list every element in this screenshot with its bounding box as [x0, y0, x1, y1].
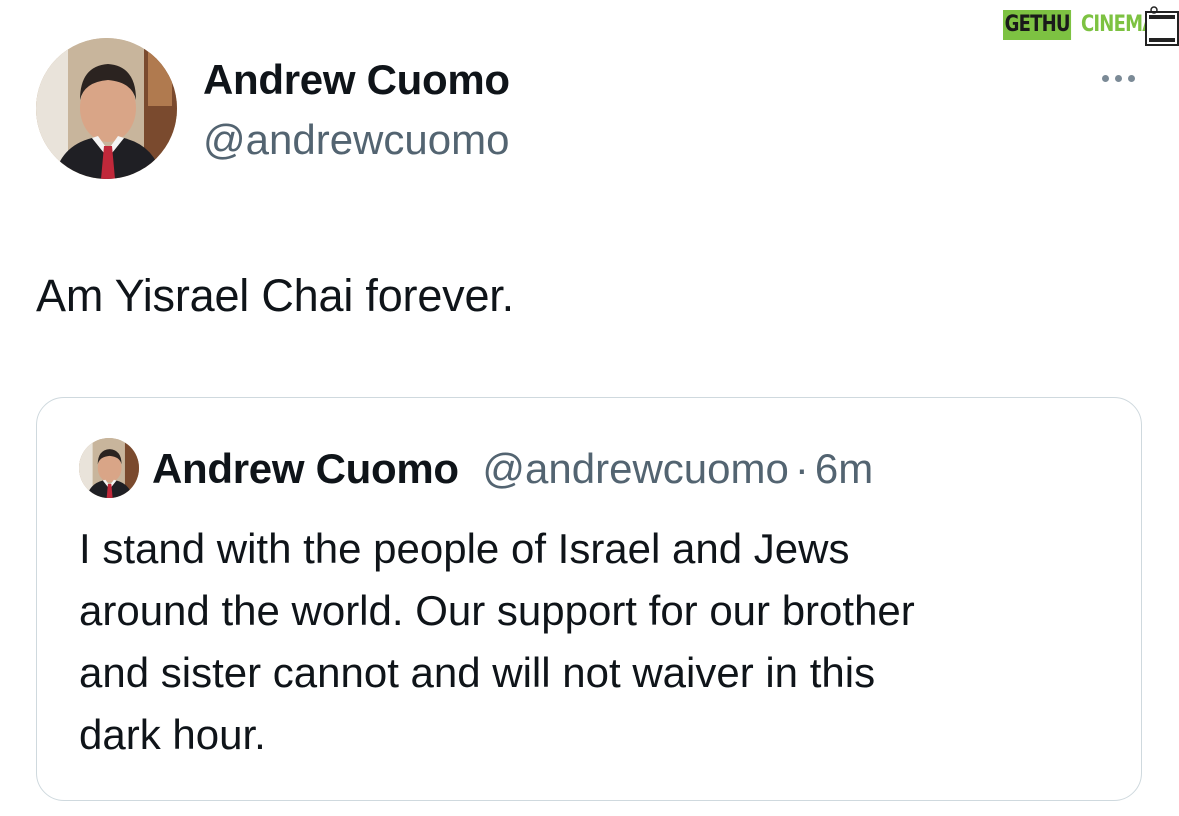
quoted-separator: ·: [794, 445, 809, 492]
tweet-detail-page: GETHU CINEMA Andrew Cuomo @andrewcuomo A…: [0, 0, 1179, 816]
quoted-text-line: around the world. Our support for our br…: [79, 587, 915, 634]
more-options-button[interactable]: [1092, 66, 1144, 90]
quoted-timestamp[interactable]: 6m: [815, 445, 873, 492]
watermark-logo: GETHU CINEMA: [1003, 4, 1179, 46]
author-avatar-photo: [36, 38, 177, 179]
quoted-tweet-card[interactable]: Andrew Cuomo @andrewcuomo · 6m I stand wit…: [36, 397, 1142, 801]
more-horizontal-icon-dot: [1127, 74, 1135, 82]
quoted-text-line: and sister cannot and will not waiver in…: [79, 649, 876, 696]
tweet-text: Am Yisrael Chai forever.: [36, 270, 514, 321]
author-handle[interactable]: @andrewcuomo: [203, 116, 509, 164]
quoted-text-line: dark hour.: [79, 711, 266, 758]
quoted-author-handle[interactable]: @andrewcuomo: [482, 445, 788, 492]
watermark-brand-part1: GETHU: [1003, 10, 1072, 40]
more-horizontal-icon: [1101, 74, 1109, 82]
quoted-tweet-header: Andrew Cuomo @andrewcuomo · 6m: [152, 444, 873, 494]
quoted-author-avatar[interactable]: [79, 438, 139, 498]
quoted-author-name[interactable]: Andrew Cuomo: [152, 445, 459, 492]
author-display-name[interactable]: Andrew Cuomo: [203, 56, 510, 104]
more-horizontal-icon-dot: [1114, 74, 1122, 82]
quoted-author-avatar-photo: [79, 438, 139, 498]
quoted-text-line: I stand with the people of Israel and Je…: [79, 525, 850, 572]
author-avatar[interactable]: [36, 38, 177, 179]
quoted-tweet-text: I stand with the people of Israel and Je…: [79, 518, 1099, 766]
film-reel-icon: [1145, 6, 1179, 46]
